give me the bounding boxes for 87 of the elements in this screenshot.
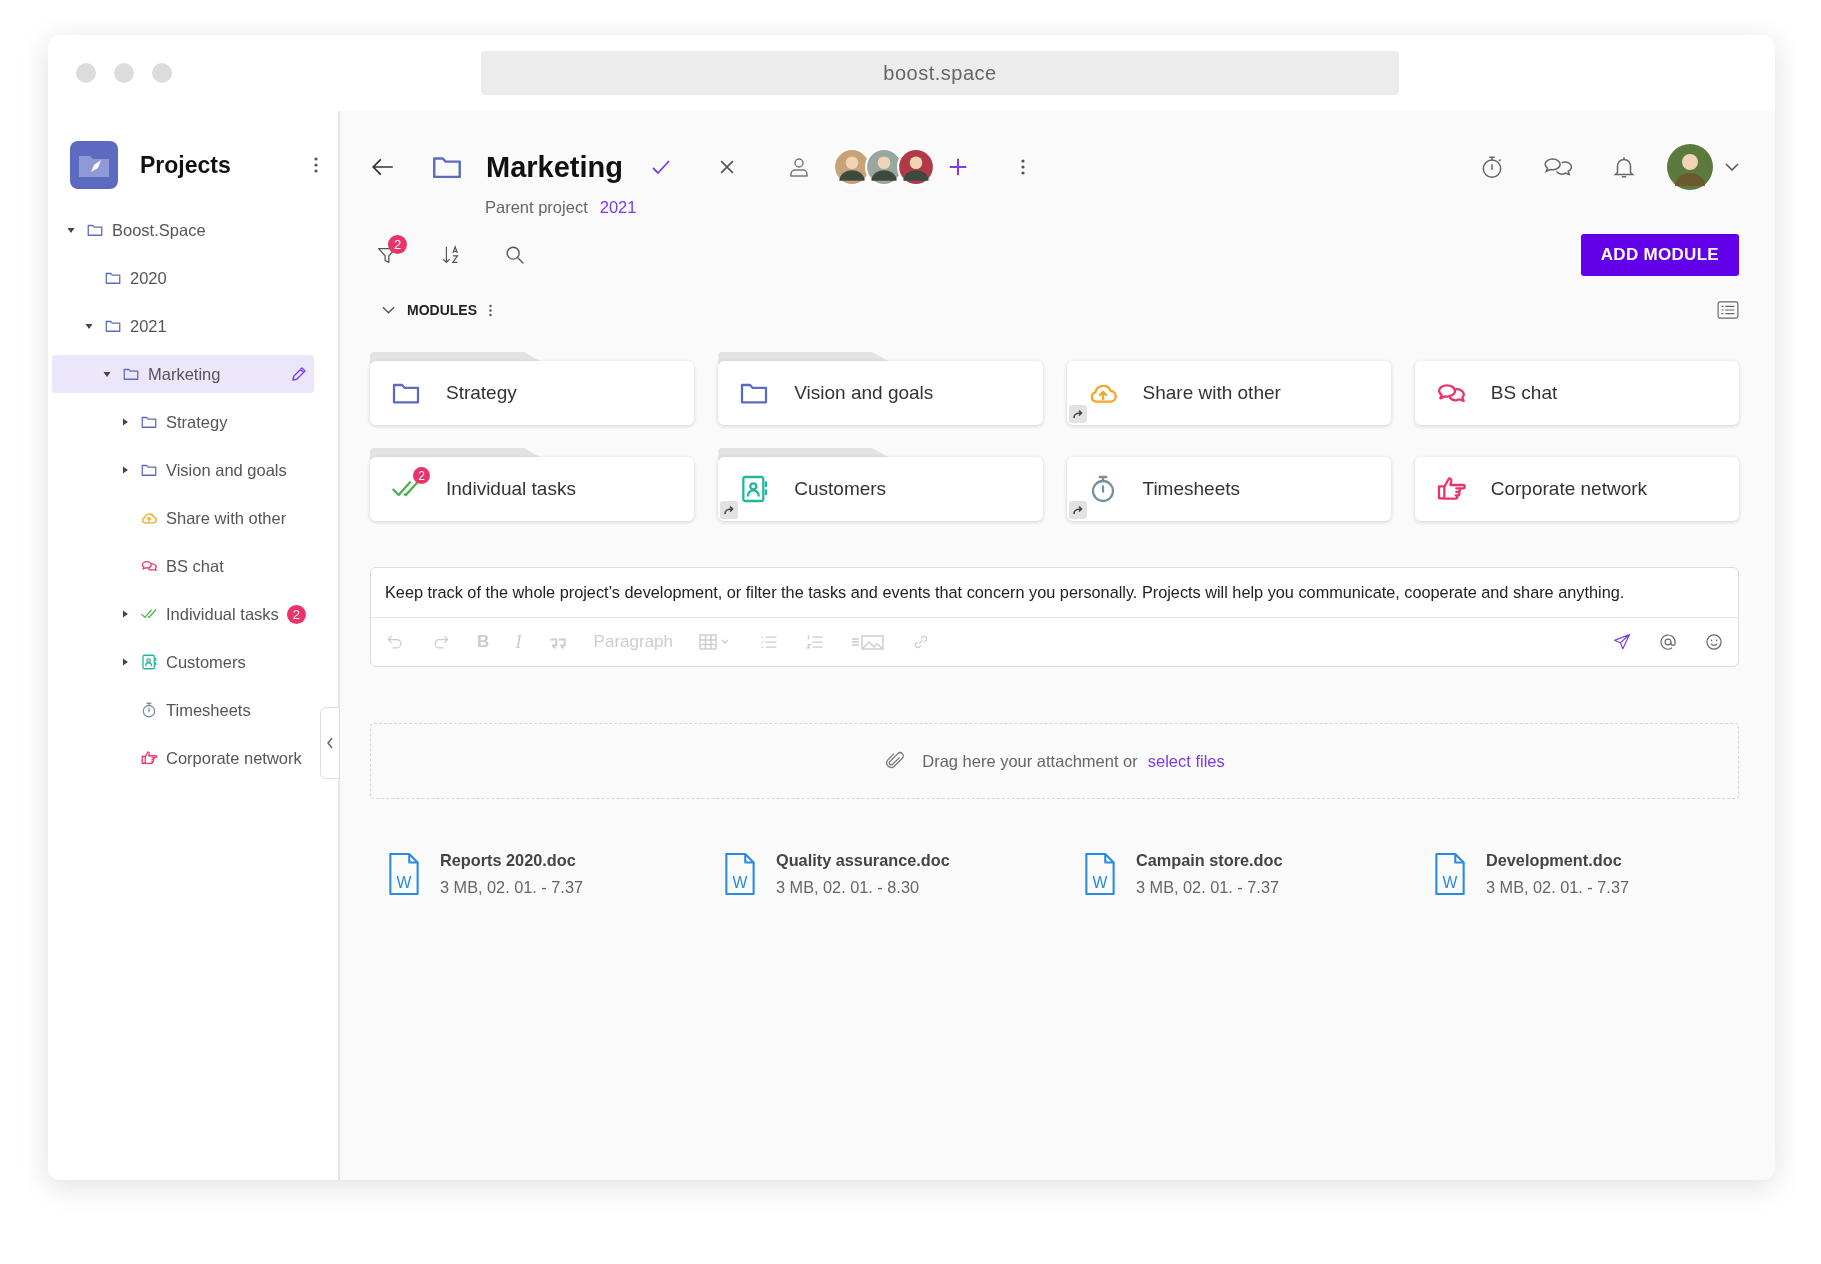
tree-label: Customers bbox=[166, 652, 246, 672]
timer-icon bbox=[140, 701, 158, 719]
tree-item[interactable]: 2020 bbox=[52, 259, 314, 297]
add-member-icon[interactable] bbox=[947, 156, 969, 178]
tree-label: Marketing bbox=[148, 364, 221, 384]
module-label: Corporate network bbox=[1490, 478, 1648, 500]
file-details: 3 MB, 02. 01. - 7.37 bbox=[1486, 878, 1629, 897]
module-label: Customers bbox=[794, 478, 887, 500]
tree-label: Individual tasks bbox=[166, 604, 279, 624]
module-label: Strategy bbox=[446, 382, 517, 404]
module-card[interactable]: Corporate network bbox=[1414, 457, 1739, 521]
tree-item[interactable]: Vision and goals bbox=[52, 451, 314, 489]
parent-project-link[interactable]: 2021 bbox=[599, 198, 637, 217]
file-name[interactable]: Development.doc bbox=[1486, 851, 1629, 870]
section-title: MODULES bbox=[407, 302, 477, 318]
tree-label: Share with other bbox=[166, 508, 287, 528]
hand-icon bbox=[140, 749, 158, 767]
module-label: Timesheets bbox=[1142, 478, 1240, 500]
module-label: Vision and goals bbox=[794, 382, 934, 404]
tree-item[interactable]: Corporate network bbox=[52, 739, 314, 777]
tree-item[interactable]: BS chat bbox=[52, 547, 314, 585]
chevron-left-icon bbox=[326, 737, 334, 749]
tree-label: Corporate network bbox=[166, 748, 302, 768]
add-module-button[interactable]: ADD MODULE bbox=[1580, 234, 1739, 276]
tree-item[interactable]: Timesheets bbox=[52, 691, 314, 729]
file-name[interactable]: Campain store.doc bbox=[1136, 851, 1283, 870]
address-bar[interactable]: boost.space bbox=[481, 51, 1399, 95]
module-card[interactable]: Vision and goals bbox=[718, 361, 1043, 425]
drop-zone[interactable]: Drag here your attachment or select files bbox=[370, 723, 1739, 799]
tree-label: Boost.Space bbox=[112, 220, 206, 240]
caret-icon[interactable] bbox=[102, 369, 112, 379]
bell-icon[interactable] bbox=[1611, 154, 1637, 180]
tree-label: 2021 bbox=[130, 316, 167, 336]
caret-icon[interactable] bbox=[120, 609, 130, 619]
count-badge: 2 bbox=[388, 235, 407, 254]
file-details: 3 MB, 02. 01. - 8.30 bbox=[776, 878, 920, 897]
person-icon[interactable] bbox=[787, 155, 811, 179]
select-files-link[interactable]: select files bbox=[1147, 751, 1225, 771]
count-badge: 2 bbox=[413, 467, 430, 484]
module-card[interactable]: Strategy bbox=[370, 361, 695, 425]
file-details: 3 MB, 02. 01. - 7.37 bbox=[1136, 878, 1280, 897]
collapse-handle[interactable] bbox=[320, 707, 340, 779]
file-name[interactable]: Reports 2020.doc bbox=[440, 851, 583, 870]
projects-logo-icon bbox=[70, 141, 118, 189]
module-card[interactable]: Share with other bbox=[1066, 361, 1391, 425]
tree-item[interactable]: Share with other bbox=[52, 499, 314, 537]
list-view-icon[interactable] bbox=[1717, 301, 1739, 319]
contacts-icon bbox=[140, 653, 158, 671]
chevron-down-icon[interactable] bbox=[382, 306, 395, 314]
tree-item[interactable]: Strategy bbox=[52, 403, 314, 441]
tree-item[interactable]: Customers bbox=[52, 643, 314, 681]
pencil-icon[interactable] bbox=[290, 365, 308, 383]
sort-icon[interactable] bbox=[440, 244, 462, 266]
sidebar-title: Projects bbox=[140, 151, 232, 179]
project-title: Marketing bbox=[486, 150, 623, 184]
tree-item[interactable]: Individual tasks 2 bbox=[52, 595, 314, 633]
file-name[interactable]: Quality assurance.doc bbox=[776, 851, 950, 870]
count-badge: 2 bbox=[286, 604, 306, 624]
tree-label: Strategy bbox=[166, 412, 228, 432]
more-icon[interactable] bbox=[314, 157, 318, 173]
tree-item[interactable]: 2021 bbox=[52, 307, 314, 345]
module-label: Individual tasks bbox=[446, 478, 576, 500]
caret-icon[interactable] bbox=[66, 225, 76, 235]
caret-icon[interactable] bbox=[120, 465, 130, 475]
module-card[interactable]: Timesheets bbox=[1066, 457, 1391, 521]
tree-label: 2020 bbox=[130, 268, 167, 288]
caret-icon[interactable] bbox=[84, 321, 94, 331]
chevron-down-icon[interactable] bbox=[1725, 163, 1739, 171]
caret-icon[interactable] bbox=[120, 657, 130, 667]
search-icon[interactable] bbox=[504, 244, 526, 266]
tree-label: BS chat bbox=[166, 556, 224, 576]
module-card[interactable]: Customers bbox=[718, 457, 1043, 521]
more-icon[interactable] bbox=[1021, 159, 1025, 175]
drop-hint: Drag here your attachment or bbox=[922, 751, 1138, 771]
module-label: BS chat bbox=[1490, 382, 1558, 404]
tree-label: Vision and goals bbox=[166, 460, 287, 480]
file-details: 3 MB, 02. 01. - 7.37 bbox=[440, 878, 583, 897]
module-label: Share with other bbox=[1142, 382, 1281, 404]
tree-label: Timesheets bbox=[166, 700, 251, 720]
caret-icon[interactable] bbox=[120, 417, 130, 427]
tree-item[interactable]: Boost.Space bbox=[52, 211, 314, 249]
module-card[interactable]: 2 Individual tasks bbox=[370, 457, 695, 521]
parent-project-label: Parent project bbox=[485, 198, 588, 217]
module-card[interactable]: BS chat bbox=[1414, 361, 1739, 425]
more-icon[interactable] bbox=[489, 303, 492, 317]
tree-item[interactable]: Marketing bbox=[52, 355, 314, 393]
description-text: Keep track of the whole project’s development, or filter the tasks and events that concern you personally. Projects will help you communicate, cooperate and share anything. bbox=[371, 568, 1738, 618]
